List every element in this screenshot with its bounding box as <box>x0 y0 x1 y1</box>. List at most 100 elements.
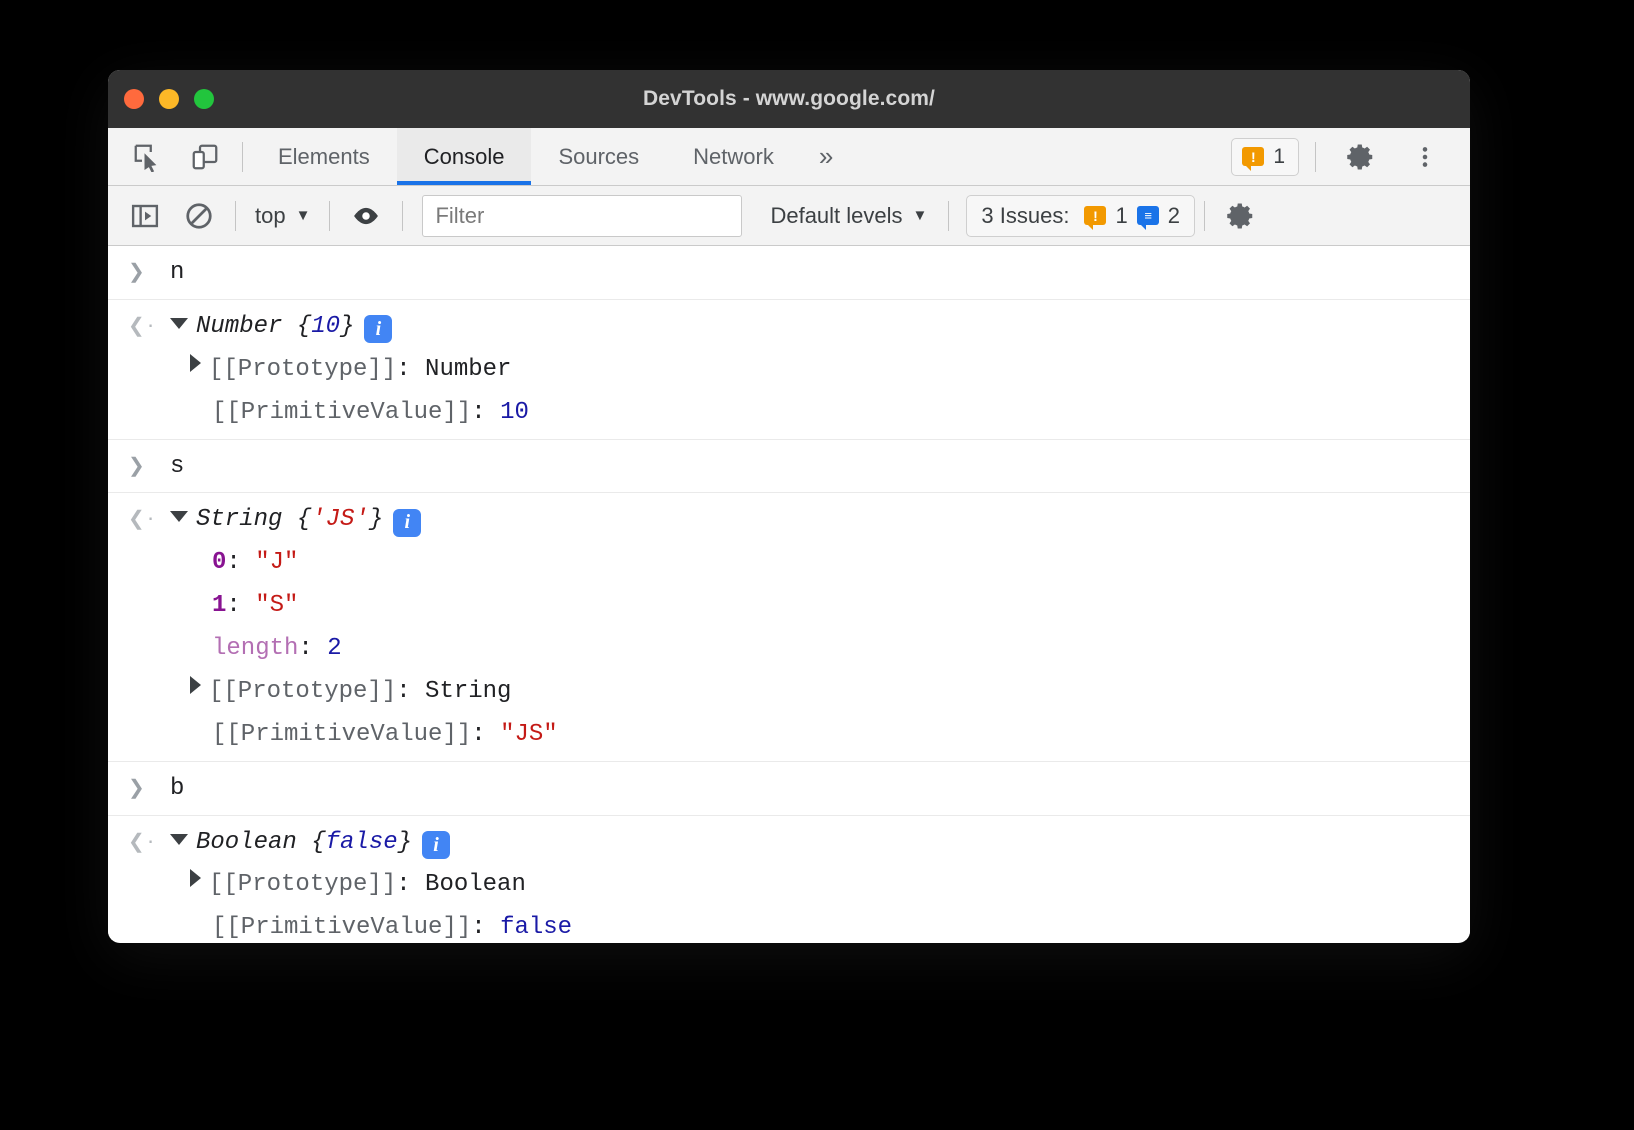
console-input-text: n <box>170 254 184 293</box>
result-close-brace: } <box>398 824 412 863</box>
result-preview-value: 'JS' <box>311 501 369 540</box>
window-titlebar: DevTools - www.google.com/ <box>108 70 1470 128</box>
result-preview-value: 10 <box>311 308 340 347</box>
devtools-window: DevTools - www.google.com/ <box>108 70 1470 943</box>
inspect-cursor-icon <box>132 142 162 172</box>
minimize-window-button[interactable] <box>159 89 179 109</box>
property-value: 2 <box>327 630 341 669</box>
console-settings-button[interactable] <box>1214 194 1268 238</box>
object-property-row[interactable]: [[Prototype]] : Boolean <box>108 864 1470 907</box>
property-value: "S" <box>255 587 298 626</box>
maximize-window-button[interactable] <box>194 89 214 109</box>
property-separator: : <box>298 630 327 669</box>
panel-tabs: Elements Console Sources Network » <box>251 128 851 185</box>
object-property-row[interactable]: [[Prototype]] : String <box>108 671 1470 714</box>
result-close-brace: } <box>369 501 383 540</box>
tab-network-label: Network <box>693 144 774 170</box>
warning-count-badge[interactable]: ! 1 <box>1231 138 1299 176</box>
more-tabs-button[interactable]: » <box>801 128 851 185</box>
result-preview-value: false <box>326 824 398 863</box>
tab-elements[interactable]: Elements <box>251 128 397 185</box>
expand-toggle-icon[interactable] <box>190 869 201 887</box>
expand-toggle-icon[interactable] <box>170 834 188 845</box>
property-separator: : <box>226 587 255 626</box>
console-input-row[interactable]: s <box>108 440 1470 494</box>
property-separator: : <box>471 909 500 940</box>
inspect-element-button[interactable] <box>118 128 176 185</box>
object-property-row[interactable]: [[Prototype]] : Number <box>108 349 1470 392</box>
info-icon[interactable]: i <box>422 831 450 859</box>
property-value: "J" <box>255 544 298 583</box>
property-value: "JS" <box>500 716 558 755</box>
tab-console[interactable]: Console <box>397 128 532 185</box>
object-property-row[interactable]: [[PrimitiveValue]] : "JS" <box>108 714 1470 757</box>
expand-toggle-icon[interactable] <box>170 318 188 329</box>
console-input-text: s <box>170 448 184 487</box>
clear-console-button[interactable] <box>172 194 226 238</box>
property-separator: : <box>226 544 255 583</box>
property-key: [[PrimitiveValue]] <box>212 394 471 433</box>
console-toolbar-divider-2 <box>329 201 330 231</box>
expand-toggle-icon[interactable] <box>190 676 201 694</box>
console-toolbar-divider-4 <box>948 201 949 231</box>
console-result-row[interactable]: Number { 10 } i [[Prototype]] : Number [… <box>108 300 1470 440</box>
object-property-row[interactable]: 0 : "J" <box>108 542 1470 585</box>
property-separator: : <box>471 394 500 433</box>
info-icon[interactable]: i <box>393 509 421 537</box>
console-result-row[interactable]: String { 'JS' } i 0 : "J" 1 : "S" <box>108 493 1470 761</box>
expand-toggle-icon[interactable] <box>170 511 188 522</box>
toggle-device-toolbar-button[interactable] <box>176 128 234 185</box>
output-arrow-icon <box>128 306 170 343</box>
close-window-button[interactable] <box>124 89 144 109</box>
property-key: 1 <box>212 587 226 626</box>
devtools-main-menu-button[interactable] <box>1396 142 1454 172</box>
execution-context-selector[interactable]: top ▼ <box>245 199 320 233</box>
property-key: length <box>212 630 298 669</box>
console-message-list[interactable]: n Number { 10 } i [[Prototype]] : N <box>108 246 1470 940</box>
devtools-settings-button[interactable] <box>1332 142 1390 172</box>
console-toolbar-divider-3 <box>402 201 403 231</box>
log-levels-label: Default levels <box>770 203 902 229</box>
tab-sources-label: Sources <box>558 144 639 170</box>
result-open-brace: { <box>297 824 326 863</box>
screenshot-root: DevTools - www.google.com/ <box>0 0 1634 1130</box>
console-sidebar-toggle-button[interactable] <box>118 194 172 238</box>
console-toolbar: top ▼ Default levels ▼ 3 Issues: <box>108 186 1470 246</box>
chevron-double-right-icon: » <box>819 141 833 172</box>
tabbar-right-actions: ! 1 <box>1231 128 1470 185</box>
filter-input[interactable] <box>422 195 742 237</box>
issues-info-count: 2 <box>1168 203 1180 229</box>
property-value: Boolean <box>425 866 526 905</box>
object-property-row[interactable]: length : 2 <box>108 628 1470 671</box>
warning-bubble-icon: ! <box>1084 206 1106 225</box>
info-icon[interactable]: i <box>364 315 392 343</box>
warning-count: 1 <box>1273 145 1285 169</box>
devtools-tabbar: Elements Console Sources Network » <box>108 128 1470 186</box>
property-separator: : <box>396 351 425 390</box>
object-property-row[interactable]: [[PrimitiveValue]] : 10 <box>108 392 1470 435</box>
issues-badge[interactable]: 3 Issues: ! 1 ≡ 2 <box>966 195 1195 237</box>
console-input-text: b <box>170 770 184 809</box>
input-arrow-icon <box>128 252 170 289</box>
log-levels-selector[interactable]: Default levels ▼ <box>758 199 939 233</box>
object-property-row[interactable]: [[PrimitiveValue]] : false <box>108 907 1470 940</box>
property-key: 0 <box>212 544 226 583</box>
expand-toggle-icon[interactable] <box>190 354 201 372</box>
console-result-row[interactable]: Boolean { false } i [[Prototype]] : Bool… <box>108 816 1470 941</box>
chevron-down-icon: ▼ <box>296 207 311 224</box>
object-property-row[interactable]: 1 : "S" <box>108 585 1470 628</box>
output-arrow-icon <box>128 499 170 536</box>
tab-network[interactable]: Network <box>666 128 801 185</box>
info-bubble-icon: ≡ <box>1137 206 1159 225</box>
create-live-expression-button[interactable] <box>339 194 393 238</box>
property-key: [[PrimitiveValue]] <box>212 716 471 755</box>
console-input-row[interactable]: b <box>108 762 1470 816</box>
console-toolbar-divider-1 <box>235 201 236 231</box>
device-toolbar-icon <box>190 142 220 172</box>
console-input-row[interactable]: n <box>108 246 1470 300</box>
output-arrow-icon <box>128 822 170 859</box>
window-title: DevTools - www.google.com/ <box>643 87 935 111</box>
property-value: String <box>425 673 511 712</box>
tab-sources[interactable]: Sources <box>531 128 666 185</box>
live-expression-eye-icon <box>350 201 382 231</box>
